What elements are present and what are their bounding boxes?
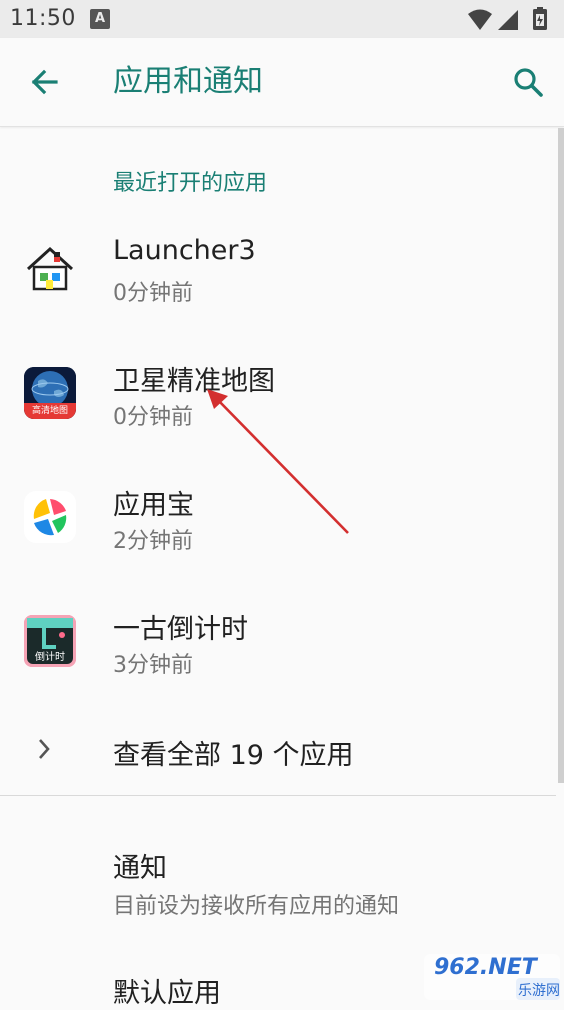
app-name: 应用宝	[113, 490, 194, 521]
recent-app-launcher3[interactable]: Launcher3 0分钟前	[0, 213, 556, 335]
status-icons	[468, 7, 547, 30]
search-button[interactable]	[506, 60, 550, 104]
recent-apps-header: 最近打开的应用	[113, 171, 268, 196]
signal-icon	[498, 10, 518, 30]
status-bar: 11:50 A	[0, 0, 564, 38]
app-last-used: 3分钟前	[113, 653, 193, 678]
status-time: 11:50	[10, 6, 76, 31]
scrollbar[interactable]	[558, 128, 564, 783]
icon-caption: 倒计时	[35, 652, 65, 663]
app-store-icon	[24, 491, 76, 543]
see-all-apps-button[interactable]: 查看全部 19 个应用	[0, 705, 556, 795]
app-last-used: 0分钟前	[113, 405, 193, 430]
icon-caption: 高清地图	[31, 406, 68, 416]
battery-icon	[533, 7, 547, 30]
recent-app-yingyongbao[interactable]: 应用宝 2分钟前	[0, 461, 556, 583]
pref-summary: 目前设为接收所有应用的通知	[113, 894, 400, 919]
see-all-apps-label: 查看全部 19 个应用	[113, 740, 354, 771]
app-name: 一古倒计时	[113, 614, 248, 645]
pref-title: 默认应用	[113, 978, 221, 1009]
chevron-right-icon	[39, 739, 50, 759]
app-last-used: 0分钟前	[113, 281, 193, 306]
app-bar: 应用和通知	[0, 38, 564, 127]
search-icon	[514, 68, 543, 97]
page-title: 应用和通知	[113, 64, 263, 99]
app-name: 卫星精准地图	[113, 366, 275, 397]
recent-app-countdown[interactable]: 倒计时 一古倒计时 3分钟前	[0, 585, 556, 707]
pref-notifications[interactable]: 通知 目前设为接收所有应用的通知	[0, 830, 556, 930]
back-button[interactable]	[22, 60, 66, 104]
app-name: Launcher3	[113, 235, 256, 266]
divider	[0, 795, 556, 796]
app-last-used: 2分钟前	[113, 529, 193, 554]
pref-title: 通知	[113, 853, 167, 884]
countdown-icon: 倒计时	[24, 615, 76, 667]
house-icon	[26, 246, 74, 291]
wifi-icon	[468, 9, 492, 30]
arrow-left-icon	[31, 69, 58, 95]
globe-map-icon: 高清地图	[24, 367, 76, 419]
recent-app-satellite-map[interactable]: 高清地图 卫星精准地图 0分钟前	[0, 337, 556, 459]
pref-default-apps[interactable]: 默认应用	[0, 955, 556, 1009]
notification-a-icon: A	[90, 9, 110, 29]
